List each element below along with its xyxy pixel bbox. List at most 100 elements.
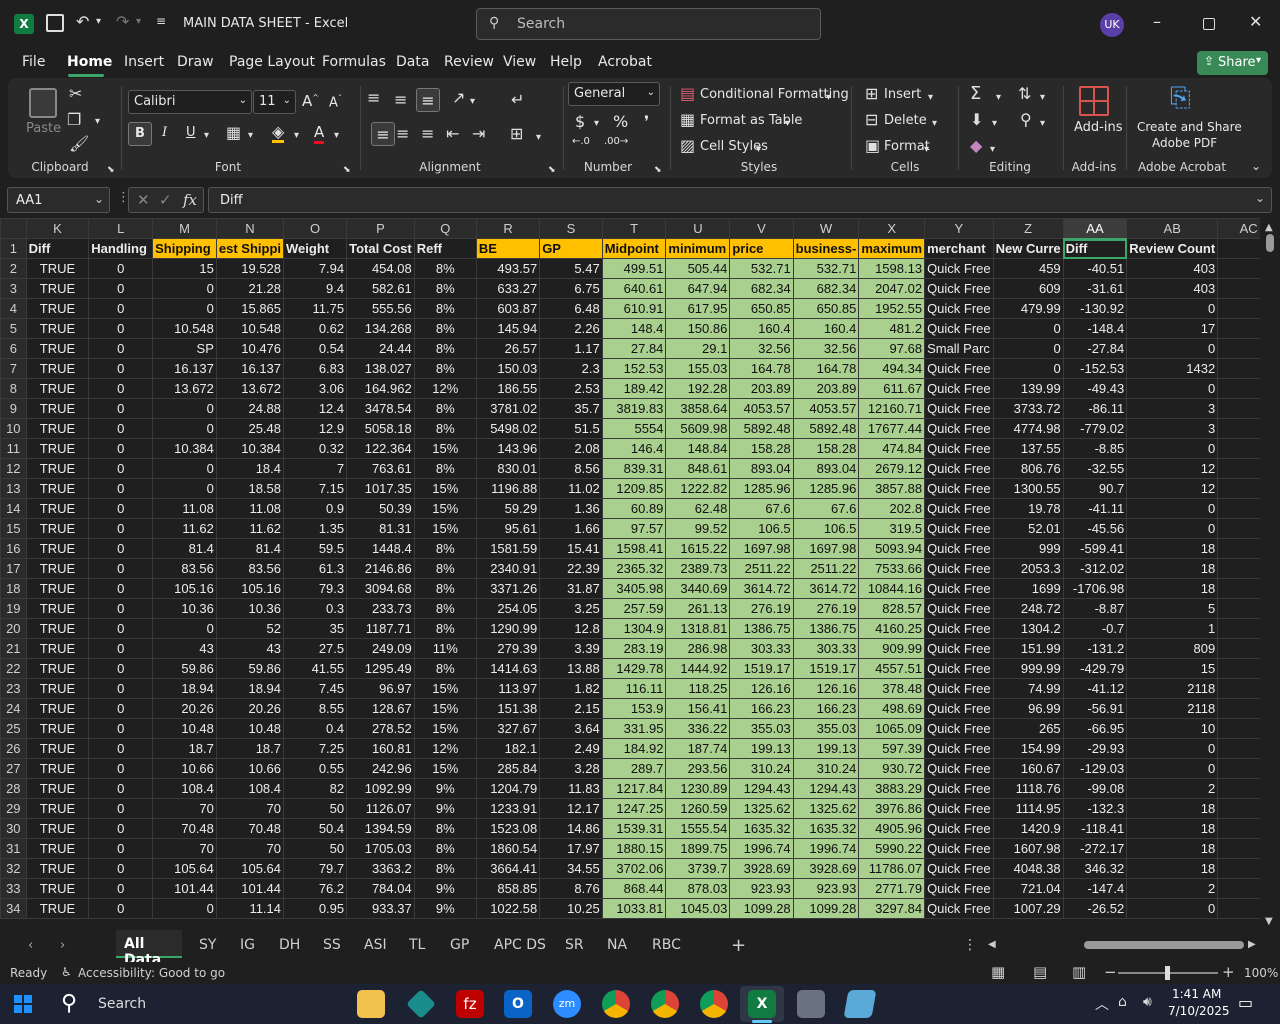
accessibility-status[interactable]: Accessibility: Good to go [78,966,225,980]
table-cell[interactable]: 151.38 [475,698,541,719]
table-cell[interactable]: 153.9 [601,698,667,719]
table-cell[interactable]: 8% [413,358,477,379]
table-cell[interactable]: 1880.15 [601,838,667,859]
fill-color-icon[interactable]: ◈ [272,124,285,143]
table-cell[interactable]: TRUE [25,558,90,579]
table-cell[interactable]: 2047.02 [858,278,926,299]
column-header[interactable]: Z [992,218,1064,239]
menu-draw[interactable]: Draw [177,54,214,70]
table-cell[interactable]: 1045.03 [665,898,731,919]
table-cell[interactable]: 403 [1126,258,1219,279]
table-cell[interactable]: -8.85 [1062,438,1128,459]
table-cell[interactable]: 0 [1126,438,1219,459]
sheet-tab-asi[interactable]: ASI [364,937,387,953]
table-cell[interactable]: Quick Free [924,738,994,759]
table-cell[interactable]: Quick Free [924,618,994,639]
previous-sheet-icon[interactable]: ‹ [28,938,33,953]
currency-icon[interactable]: $ [575,112,585,131]
sheet-tab-sr[interactable]: SR [565,937,584,953]
table-cell[interactable]: 1581.59 [475,538,541,559]
row-header[interactable]: 12 [0,458,27,479]
sheet-tab-apc-ds[interactable]: APC DS [494,937,546,953]
table-cell[interactable]: 0 [88,778,154,799]
table-cell[interactable]: 90.7 [1062,478,1128,499]
align-right-icon[interactable]: ≡ [421,126,434,142]
table-cell[interactable]: 13.672 [152,378,217,399]
excel-taskbar-icon[interactable]: X [748,990,776,1018]
table-cell[interactable]: 12160.71 [858,398,926,419]
table-cell[interactable]: 1705.03 [346,838,415,859]
table-cell[interactable]: 0 [88,738,154,759]
column-header[interactable]: Y [924,218,994,239]
table-cell[interactable]: 0 [88,458,154,479]
table-cell[interactable]: 187.74 [665,738,731,759]
borders-icon[interactable]: ▦ [226,125,241,141]
table-cell[interactable]: 11.08 [152,498,217,519]
table-cell[interactable]: Quick Free [924,438,994,459]
name-box[interactable]: AA1 ⌄ [7,187,110,213]
table-cell[interactable]: -129.03 [1062,758,1128,779]
table-cell[interactable]: 105.64 [152,858,217,879]
table-cell[interactable]: TRUE [25,478,90,499]
table-cell[interactable]: 909.99 [858,638,926,659]
zoom-app-icon[interactable]: zm [553,990,581,1018]
table-cell[interactable]: 145.94 [475,318,541,339]
decrease-indent-icon[interactable]: ⇤ [446,126,459,142]
table-cell[interactable]: 242.96 [346,758,415,779]
adobe-pdf-icon[interactable]: ⎘ [1170,84,1191,112]
table-cell[interactable]: Quick Free [924,458,994,479]
next-sheet-icon[interactable]: › [60,938,65,953]
table-cell[interactable]: -45.56 [1062,518,1128,539]
table-cell[interactable]: 15% [413,518,477,539]
chevron-down-icon[interactable]: ▾ [756,142,761,158]
table-cell[interactable]: 8.56 [539,458,603,479]
table-cell[interactable]: 18 [1126,838,1219,859]
currency-dropdown-icon[interactable]: ▾ [594,116,599,132]
table-cell[interactable]: 1230.89 [665,778,731,799]
table-cell[interactable]: 0 [88,578,154,599]
table-cell[interactable]: Quick Free [924,258,994,279]
table-cell[interactable]: 1429.78 [601,658,667,679]
expand-formula-icon[interactable]: ⌄ [1255,191,1265,205]
table-cell[interactable]: -147.4 [1062,878,1128,899]
autosum-dropdown-icon[interactable]: ▾ [996,90,1001,106]
chevron-down-icon[interactable]: ▾ [932,116,937,132]
table-cell[interactable]: 3928.69 [792,858,860,879]
table-cell[interactable]: 148.84 [665,438,731,459]
table-cell[interactable]: Quick Free [924,838,994,859]
table-cell[interactable]: -1706.98 [1062,578,1128,599]
table-cell[interactable]: 1022.58 [475,898,541,919]
table-cell[interactable]: TRUE [25,818,90,839]
column-header[interactable]: X [858,218,926,239]
table-cell[interactable]: 848.61 [665,458,731,479]
table-cell[interactable]: 150.86 [665,318,731,339]
table-cell[interactable]: 1414.63 [475,658,541,679]
menu-view[interactable]: View [503,54,536,70]
table-cell[interactable]: 70 [215,798,285,819]
sheet-table[interactable]: K L M N O P Q R S T U V W X Y Z AA AB AC 1 Diff Handling Ship… [0,218,1280,919]
sheet-tab-dh[interactable]: DH [279,937,300,953]
table-cell[interactable]: 2.26 [539,318,603,339]
table-cell[interactable]: 81.4 [152,538,217,559]
table-cell[interactable]: Quick Free [924,538,994,559]
table-cell[interactable]: 830.01 [475,458,541,479]
table-cell[interactable]: TRUE [25,418,90,439]
collapse-ribbon-icon[interactable]: ⌄ [1251,158,1261,174]
table-cell[interactable]: 79.3 [283,578,348,599]
table-cell[interactable]: 1420.9 [992,818,1064,839]
table-cell[interactable]: TRUE [25,298,90,319]
table-cell[interactable]: 10.66 [215,758,285,779]
table-cell[interactable]: 0 [992,338,1064,359]
table-cell[interactable]: 276.19 [729,598,794,619]
table-cell[interactable]: 59.5 [283,538,348,559]
table-cell[interactable]: 310.24 [792,758,860,779]
row-header[interactable]: 33 [0,878,27,899]
table-cell[interactable]: 4053.57 [792,398,860,419]
undo-dropdown-icon[interactable]: ▾ [96,14,101,30]
table-cell[interactable]: 67.6 [729,498,794,519]
table-cell[interactable]: 923.93 [792,878,860,899]
menu-file[interactable]: File [22,54,45,70]
table-cell[interactable]: TRUE [25,718,90,739]
redo-icon[interactable]: ↷ [116,14,129,30]
table-cell[interactable]: 3363.2 [346,858,415,879]
